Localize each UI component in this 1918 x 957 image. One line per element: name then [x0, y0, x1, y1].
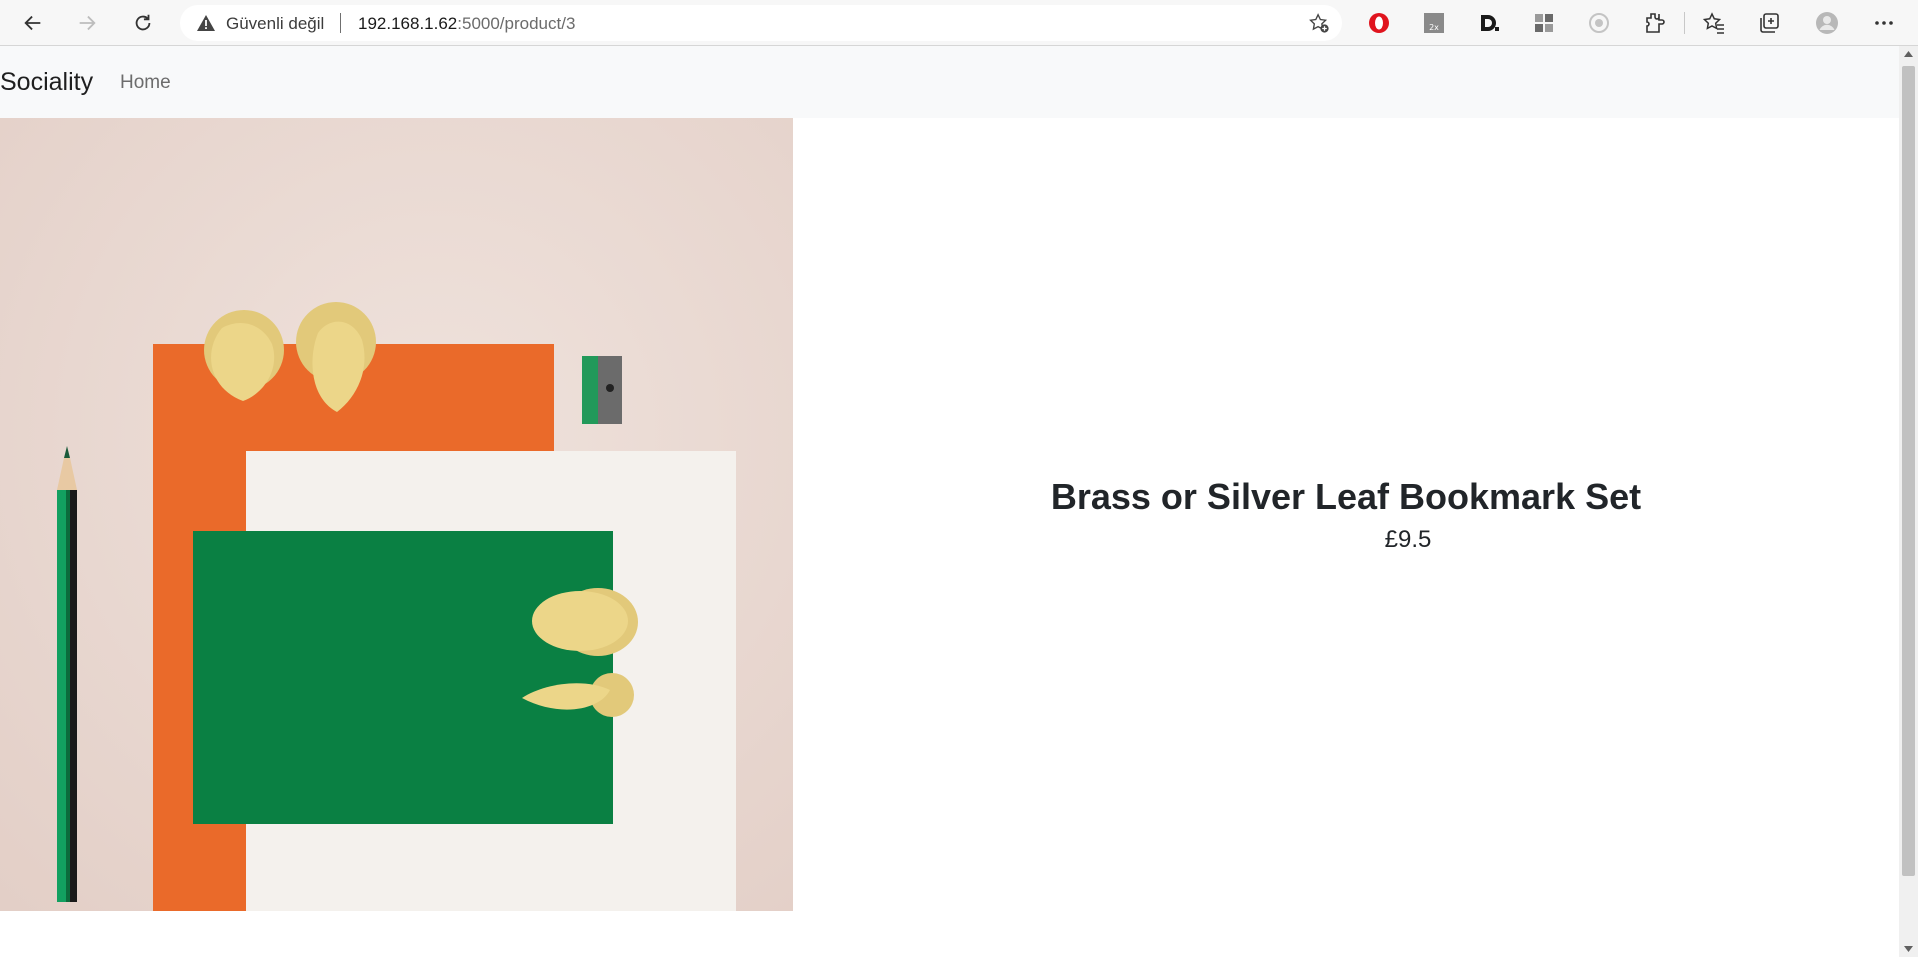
- back-button[interactable]: [16, 6, 50, 40]
- url-path: :5000/product/3: [457, 14, 576, 33]
- camera-extension-icon: [1589, 13, 1609, 33]
- product-details: Brass or Silver Leaf Bookmark Set £9.5: [793, 118, 1899, 911]
- dashlane-icon: [1481, 15, 1499, 31]
- extensions-button[interactable]: [1640, 9, 1668, 37]
- profile-icon: [1816, 12, 1838, 34]
- more-button[interactable]: [1870, 9, 1898, 37]
- dashlane-extension-button[interactable]: [1475, 9, 1503, 37]
- product-price: £9.5: [1384, 525, 1432, 553]
- favorites-button[interactable]: [1700, 9, 1728, 37]
- brand-logo[interactable]: Sociality: [0, 68, 93, 97]
- profile-button[interactable]: [1813, 9, 1841, 37]
- scroll-down-icon: [1904, 946, 1913, 952]
- page-scrollbar[interactable]: [1899, 46, 1918, 957]
- favorites-icon: [1702, 12, 1724, 34]
- refresh-button[interactable]: [126, 6, 160, 40]
- product-title: Brass or Silver Leaf Bookmark Set: [1050, 475, 1642, 517]
- address-divider: [340, 13, 341, 33]
- address-bar[interactable]: Güvenli değil 192.168.1.62:5000/product/…: [180, 5, 1342, 41]
- browser-toolbar: Güvenli değil 192.168.1.62:5000/product/…: [0, 0, 1918, 46]
- back-icon: [24, 15, 41, 31]
- grid-extension-button[interactable]: [1530, 9, 1558, 37]
- opera-icon: [1369, 13, 1389, 33]
- green-card: [193, 531, 613, 824]
- product-image: [0, 118, 793, 911]
- forward-icon: [79, 15, 96, 31]
- grid-extension-icon: [1535, 14, 1553, 32]
- extensions-icon: [1646, 13, 1665, 33]
- url-host: 192.168.1.62: [358, 14, 458, 33]
- product-photo: [0, 118, 793, 911]
- scroll-thumb[interactable]: [1902, 66, 1915, 876]
- opera-extension-button[interactable]: [1365, 9, 1393, 37]
- toolbar-divider: [1684, 12, 1685, 34]
- security-label[interactable]: Güvenli değil: [226, 14, 324, 34]
- warning-icon: [197, 15, 215, 31]
- url-text[interactable]: 192.168.1.62:5000/product/3: [358, 14, 575, 34]
- collections-button[interactable]: [1755, 9, 1783, 37]
- refresh-icon: [135, 14, 151, 31]
- camera-extension-button[interactable]: [1585, 9, 1613, 37]
- translate-extension-icon: 2x: [1424, 13, 1444, 33]
- nav-home-link[interactable]: Home: [120, 72, 171, 94]
- forward-button[interactable]: [70, 6, 104, 40]
- collections-icon: [1760, 13, 1779, 33]
- site-navbar: Sociality Home: [0, 46, 1899, 118]
- scroll-up-icon: [1904, 51, 1913, 57]
- scroll-up-button[interactable]: [1899, 46, 1918, 62]
- scroll-down-button[interactable]: [1899, 941, 1918, 957]
- sharpener: [582, 356, 622, 424]
- add-favorite-icon[interactable]: [1308, 12, 1330, 34]
- more-icon: [1875, 21, 1893, 25]
- svg-text:2x: 2x: [1429, 23, 1439, 32]
- pencil: [57, 446, 77, 902]
- translate-extension-button[interactable]: 2x: [1420, 9, 1448, 37]
